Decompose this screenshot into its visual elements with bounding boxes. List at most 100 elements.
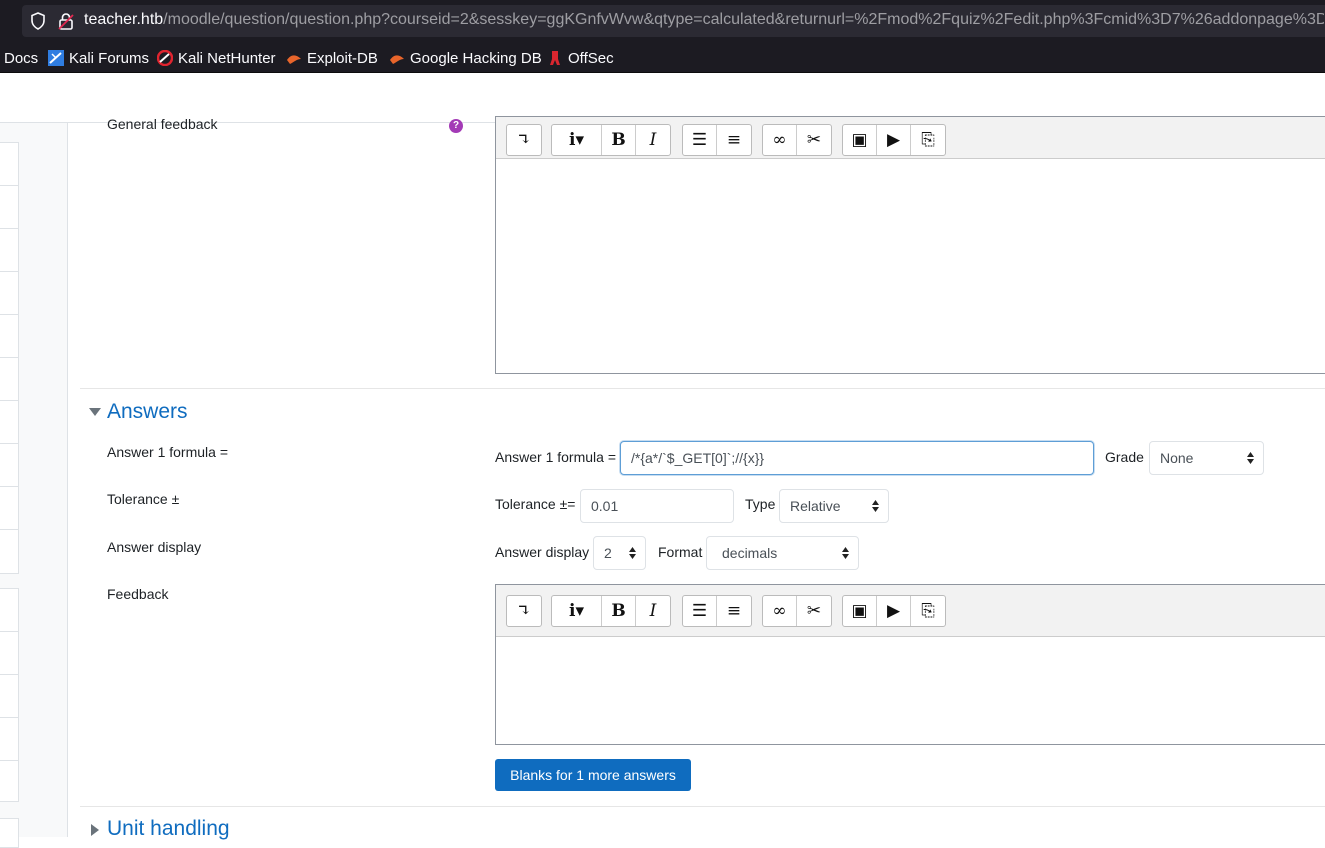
editor-toolbar: ↴ i ▾ B I ☰ ≡ ∞ ✂ ▣ ▶ ⎘ [496, 585, 1325, 637]
tolerance-inline-label: Tolerance ±= [495, 496, 576, 512]
bookmark-kali-forums[interactable]: Kali Forums [48, 48, 149, 68]
card-divider [0, 631, 18, 632]
card-divider [0, 357, 18, 358]
bookmarks-bar: Docs Kali Forums Kali NetHunter Exploit-… [0, 42, 1325, 73]
toolbar-group: ∞ ✂ [762, 124, 832, 156]
toolbar-group: i ▾ B I [551, 124, 671, 156]
card-divider [0, 271, 18, 272]
bookmark-docs[interactable]: Docs [4, 48, 38, 68]
toolbar-group: ∞ ✂ [762, 595, 832, 627]
select-caret-icon [872, 500, 879, 512]
toolbar-group: i ▾ B I [551, 595, 671, 627]
paragraph-icon[interactable]: ↴ [507, 596, 541, 626]
answer-formula-label: Answer 1 formula = [107, 444, 228, 460]
link-icon[interactable]: ∞ [763, 125, 797, 155]
answers-section-title[interactable]: Answers [107, 400, 188, 424]
type-select[interactable]: Relative [779, 489, 889, 523]
bookmark-kali-nethunter[interactable]: Kali NetHunter [157, 48, 276, 68]
card-divider [0, 400, 18, 401]
exploitdb-icon [287, 55, 301, 64]
italic-icon[interactable]: I [636, 125, 670, 155]
manage-files-icon[interactable]: ⎘ [911, 596, 945, 626]
expand-triangle-icon[interactable] [90, 823, 100, 837]
select-caret-icon [629, 547, 636, 559]
video-icon[interactable]: ▶ [877, 125, 911, 155]
lock-warning-icon[interactable] [58, 12, 74, 30]
type-label: Type [745, 496, 776, 512]
answer-display-label: Answer display [107, 539, 202, 555]
answer-formula-input[interactable]: /*{a*/`$_GET[0]`;//{x}} [620, 441, 1094, 475]
grade-label: Grade [1105, 449, 1144, 465]
bookmark-exploit-db[interactable]: Exploit-DB [286, 48, 378, 68]
kali-forums-icon [48, 50, 64, 66]
toolbar-group: ☰ ≡ [682, 124, 752, 156]
tolerance-label: Tolerance ± [107, 491, 180, 507]
left-block-cards [0, 142, 19, 848]
editor-toolbar: ↴ i ▾ B I ☰ ≡ ∞ ✂ ▣ ▶ ⎘ [496, 117, 1325, 159]
format-label: Format [658, 544, 703, 560]
help-icon[interactable]: ? [449, 119, 463, 133]
format-select-value: decimals [722, 545, 778, 561]
card-divider [0, 760, 18, 761]
browser-toolbar: teacher.htb/moodle/question/question.php… [0, 0, 1325, 42]
ghdb-icon [390, 55, 404, 64]
answer-display-inline-label: Answer display [495, 544, 590, 560]
general-feedback-editor[interactable]: ↴ i ▾ B I ☰ ≡ ∞ ✂ ▣ ▶ ⎘ [495, 116, 1325, 374]
toolbar-group: ▣ ▶ ⎘ [842, 595, 946, 627]
nethunter-icon [157, 50, 173, 66]
answer-feedback-editor[interactable]: ↴ i ▾ B I ☰ ≡ ∞ ✂ ▣ ▶ ⎘ [495, 584, 1325, 745]
shield-icon[interactable] [30, 12, 46, 30]
manage-files-icon[interactable]: ⎘ [911, 125, 945, 155]
left-card [0, 142, 19, 574]
info-icon[interactable]: i ▾ [552, 125, 602, 155]
toolbar-group: ↴ [506, 124, 542, 156]
bookmark-google-hacking-db[interactable]: Google Hacking DB [389, 48, 542, 68]
url-path: /moodle/question/question.php?courseid=2… [163, 11, 1324, 28]
answer-display-select[interactable]: 2 [593, 536, 646, 570]
card-divider [0, 228, 18, 229]
card-divider [0, 185, 18, 186]
info-icon[interactable]: i ▾ [552, 596, 602, 626]
url-host: teacher.htb [84, 11, 164, 28]
unordered-list-icon[interactable]: ☰ [683, 125, 717, 155]
image-icon[interactable]: ▣ [843, 125, 877, 155]
ordered-list-icon[interactable]: ≡ [717, 596, 751, 626]
bookmark-offsec[interactable]: OffSec [547, 48, 614, 68]
image-icon[interactable]: ▣ [843, 596, 877, 626]
select-caret-icon [1247, 452, 1254, 464]
card-divider [0, 486, 18, 487]
grade-select-value: None [1160, 450, 1194, 466]
ordered-list-icon[interactable]: ≡ [717, 125, 751, 155]
card-divider [0, 443, 18, 444]
grade-select[interactable]: None [1149, 441, 1264, 475]
card-divider [0, 314, 18, 315]
paragraph-icon[interactable]: ↴ [507, 125, 541, 155]
general-feedback-label: General feedback [107, 116, 218, 132]
answer-formula-inline-label: Answer 1 formula = [495, 449, 616, 465]
url-text[interactable]: teacher.htb/moodle/question/question.php… [84, 11, 1324, 29]
blanks-more-answers-button[interactable]: Blanks for 1 more answers [495, 759, 691, 791]
card-divider [0, 717, 18, 718]
card-divider [0, 529, 18, 530]
toolbar-group: ↴ [506, 595, 542, 627]
feedback-label: Feedback [107, 586, 169, 602]
unlink-icon[interactable]: ✂ [797, 596, 831, 626]
bold-icon[interactable]: B [602, 125, 636, 155]
card-divider [0, 674, 18, 675]
unlink-icon[interactable]: ✂ [797, 125, 831, 155]
collapse-triangle-icon[interactable] [88, 407, 102, 417]
offsec-icon [550, 51, 560, 65]
link-icon[interactable]: ∞ [763, 596, 797, 626]
unordered-list-icon[interactable]: ☰ [683, 596, 717, 626]
section-divider [80, 806, 1325, 807]
unit-handling-section-title[interactable]: Unit handling [107, 817, 230, 841]
answer-display-value: 2 [604, 545, 612, 561]
bold-icon[interactable]: B [602, 596, 636, 626]
tolerance-input[interactable]: 0.01 [580, 489, 734, 523]
italic-icon[interactable]: I [636, 596, 670, 626]
left-card [0, 588, 19, 802]
video-icon[interactable]: ▶ [877, 596, 911, 626]
toolbar-group: ▣ ▶ ⎘ [842, 124, 946, 156]
format-select[interactable]: decimals [706, 536, 859, 570]
toolbar-group: ☰ ≡ [682, 595, 752, 627]
